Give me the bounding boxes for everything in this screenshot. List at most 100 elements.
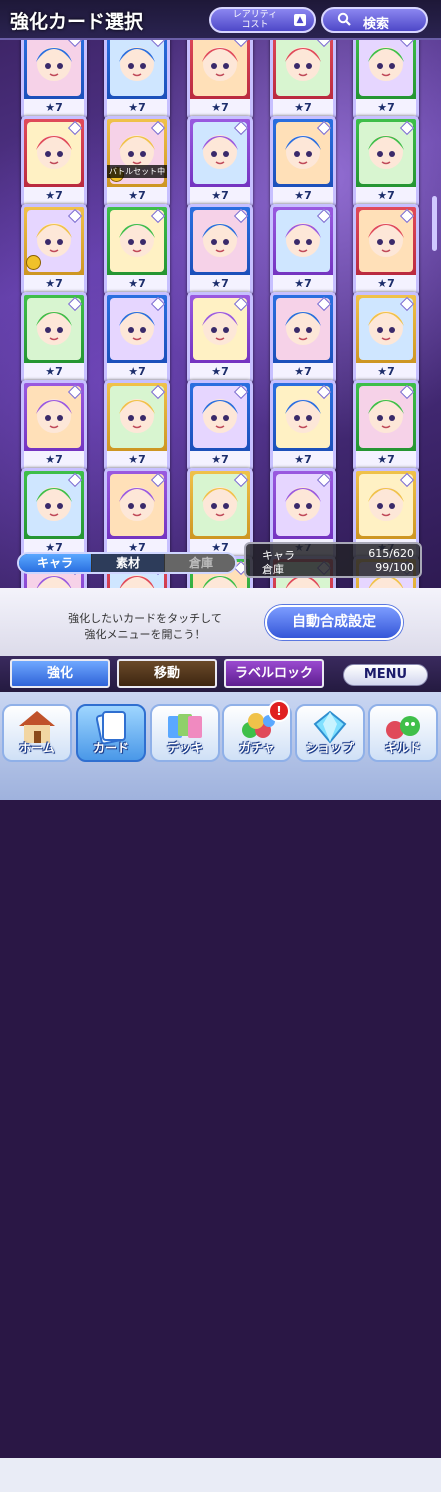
- card-rarity: ★7: [273, 187, 333, 205]
- card-rarity: ★7: [273, 451, 333, 469]
- card-rarity: ★7: [107, 451, 167, 469]
- nav-card-label: カード: [92, 741, 129, 755]
- nav-gacha-label: ガチャ: [239, 741, 275, 755]
- chara-capacity-value: 615/620: [368, 547, 414, 560]
- card-portrait: [359, 40, 413, 96]
- card-rarity: ★7: [107, 99, 167, 117]
- card-rarity: ★7: [24, 187, 84, 205]
- nav-shop[interactable]: ショップ: [295, 704, 365, 762]
- header: 強化カード選択 レアリティ コスト ▲ 検索: [0, 0, 441, 40]
- nav-card[interactable]: カード: [76, 704, 146, 762]
- message-area: 強化したいカードをタッチして 強化メニューを開こう！ 自動合成設定: [0, 588, 441, 656]
- card-rarity: ★7: [24, 363, 84, 381]
- card-item[interactable]: ★7: [21, 468, 87, 560]
- card-item[interactable]: ★7: [21, 40, 87, 120]
- sort-label: レアリティ コスト: [232, 10, 278, 30]
- card-item[interactable]: ★7: [21, 380, 87, 472]
- nav-deck[interactable]: デッキ: [150, 704, 220, 762]
- instruction-text: 強化したいカードをタッチして 強化メニューを開こう！: [55, 611, 235, 643]
- card-rarity: ★7: [273, 275, 333, 293]
- tab-storage[interactable]: 倉庫: [165, 554, 235, 572]
- chara-capacity-row: キャラ 615/620: [262, 547, 414, 562]
- card-item[interactable]: バトルセット中 ★7: [104, 116, 170, 208]
- card-item[interactable]: ★7: [21, 292, 87, 384]
- card-rarity: ★7: [190, 451, 250, 469]
- nav-shop-label: ショップ: [305, 741, 354, 755]
- card-portrait: [193, 40, 247, 96]
- inventory-tabs: キャラ 素材 倉庫: [17, 552, 237, 574]
- card-rarity: ★7: [273, 99, 333, 117]
- storage-capacity-value: 99/100: [375, 561, 414, 574]
- card-item[interactable]: ★7: [353, 116, 419, 208]
- card-rarity: ★7: [24, 99, 84, 117]
- sort-button[interactable]: レアリティ コスト ▲: [209, 7, 316, 33]
- card-rarity: ★7: [356, 363, 416, 381]
- card-rarity: ★7: [190, 187, 250, 205]
- card-rarity: ★7: [356, 275, 416, 293]
- bottom-nav: ホーム カード デッキ ! ガチャ ショップ ギルド: [0, 692, 441, 1492]
- card-item[interactable]: ★7: [21, 204, 87, 296]
- card-rarity: ★7: [107, 187, 167, 205]
- sort-order-icon: ▲: [294, 14, 306, 26]
- card-rarity: ★7: [190, 99, 250, 117]
- battle-set-tag: バトルセット中: [107, 165, 167, 178]
- card-item[interactable]: ★7: [270, 292, 336, 384]
- card-item[interactable]: ★7: [187, 116, 253, 208]
- card-item[interactable]: ★7: [104, 204, 170, 296]
- mode-label-lock-button[interactable]: ラベルロック: [224, 659, 324, 688]
- medal-icon: [26, 255, 41, 270]
- scrollbar[interactable]: [432, 196, 437, 251]
- card-item[interactable]: ★7: [187, 40, 253, 120]
- card-grid[interactable]: ★7 ★7 ★7 ★7 ★7 ★7 バトルセット中 ★7 ★7 ★7 ★7 ★7 ★7 ★7 ★7 ★7 ★7 ★…: [0, 40, 441, 588]
- nav-home-label: ホーム: [19, 741, 55, 755]
- card-rarity: ★7: [107, 275, 167, 293]
- card-item[interactable]: ★7: [270, 204, 336, 296]
- card-item[interactable]: ★7: [187, 292, 253, 384]
- capacity-panel: キャラ 615/620 倉庫 99/100: [244, 542, 422, 578]
- card-rarity: ★7: [190, 275, 250, 293]
- auto-fusion-settings-button[interactable]: 自動合成設定: [265, 605, 403, 640]
- nav-home[interactable]: ホーム: [2, 704, 72, 762]
- card-item[interactable]: ★7: [270, 380, 336, 472]
- card-rarity: ★7: [107, 363, 167, 381]
- storage-capacity-label: 倉庫: [262, 563, 284, 576]
- menu-button[interactable]: MENU: [343, 664, 428, 686]
- mode-move-button[interactable]: 移動: [117, 659, 217, 688]
- card-rarity: ★7: [24, 275, 84, 293]
- nav-deck-label: デッキ: [166, 741, 203, 755]
- card-item[interactable]: ★7: [187, 380, 253, 472]
- search-label: 検索: [363, 17, 390, 32]
- card-item[interactable]: ★7: [104, 292, 170, 384]
- card-item[interactable]: ★7: [353, 204, 419, 296]
- card-item[interactable]: ★7: [353, 292, 419, 384]
- search-button[interactable]: 検索: [321, 7, 428, 33]
- tab-material[interactable]: 素材: [92, 554, 164, 572]
- card-item[interactable]: ★7: [353, 380, 419, 472]
- nav-footer: [0, 1458, 441, 1492]
- card-item[interactable]: ★7: [353, 40, 419, 120]
- card-item[interactable]: ★7: [187, 204, 253, 296]
- card-rarity: ★7: [356, 99, 416, 117]
- mode-enhance-button[interactable]: 強化: [10, 659, 110, 688]
- card-portrait: [27, 40, 81, 96]
- card-rarity: ★7: [356, 451, 416, 469]
- card-rarity: ★7: [273, 363, 333, 381]
- card-portrait: [276, 40, 330, 96]
- card-rarity: ★7: [190, 363, 250, 381]
- card-item[interactable]: ★7: [104, 468, 170, 560]
- card-item[interactable]: ★7: [104, 380, 170, 472]
- card-item[interactable]: ★7: [270, 40, 336, 120]
- gacha-alert-badge: !: [268, 700, 290, 722]
- card-item[interactable]: ★7: [104, 40, 170, 120]
- card-item[interactable]: ★7: [270, 116, 336, 208]
- card-item[interactable]: ★7: [21, 116, 87, 208]
- tab-chara[interactable]: キャラ: [19, 554, 91, 572]
- search-icon: [337, 12, 351, 26]
- nav-guild-label: ギルド: [384, 741, 421, 755]
- card-rarity: ★7: [24, 451, 84, 469]
- nav-gacha[interactable]: ! ガチャ: [222, 700, 292, 762]
- storage-capacity-row: 倉庫 99/100: [262, 561, 414, 576]
- instruction-line-2: 強化メニューを開こう！: [84, 628, 206, 641]
- nav-guild[interactable]: ギルド: [368, 704, 438, 762]
- card-portrait: [110, 40, 164, 96]
